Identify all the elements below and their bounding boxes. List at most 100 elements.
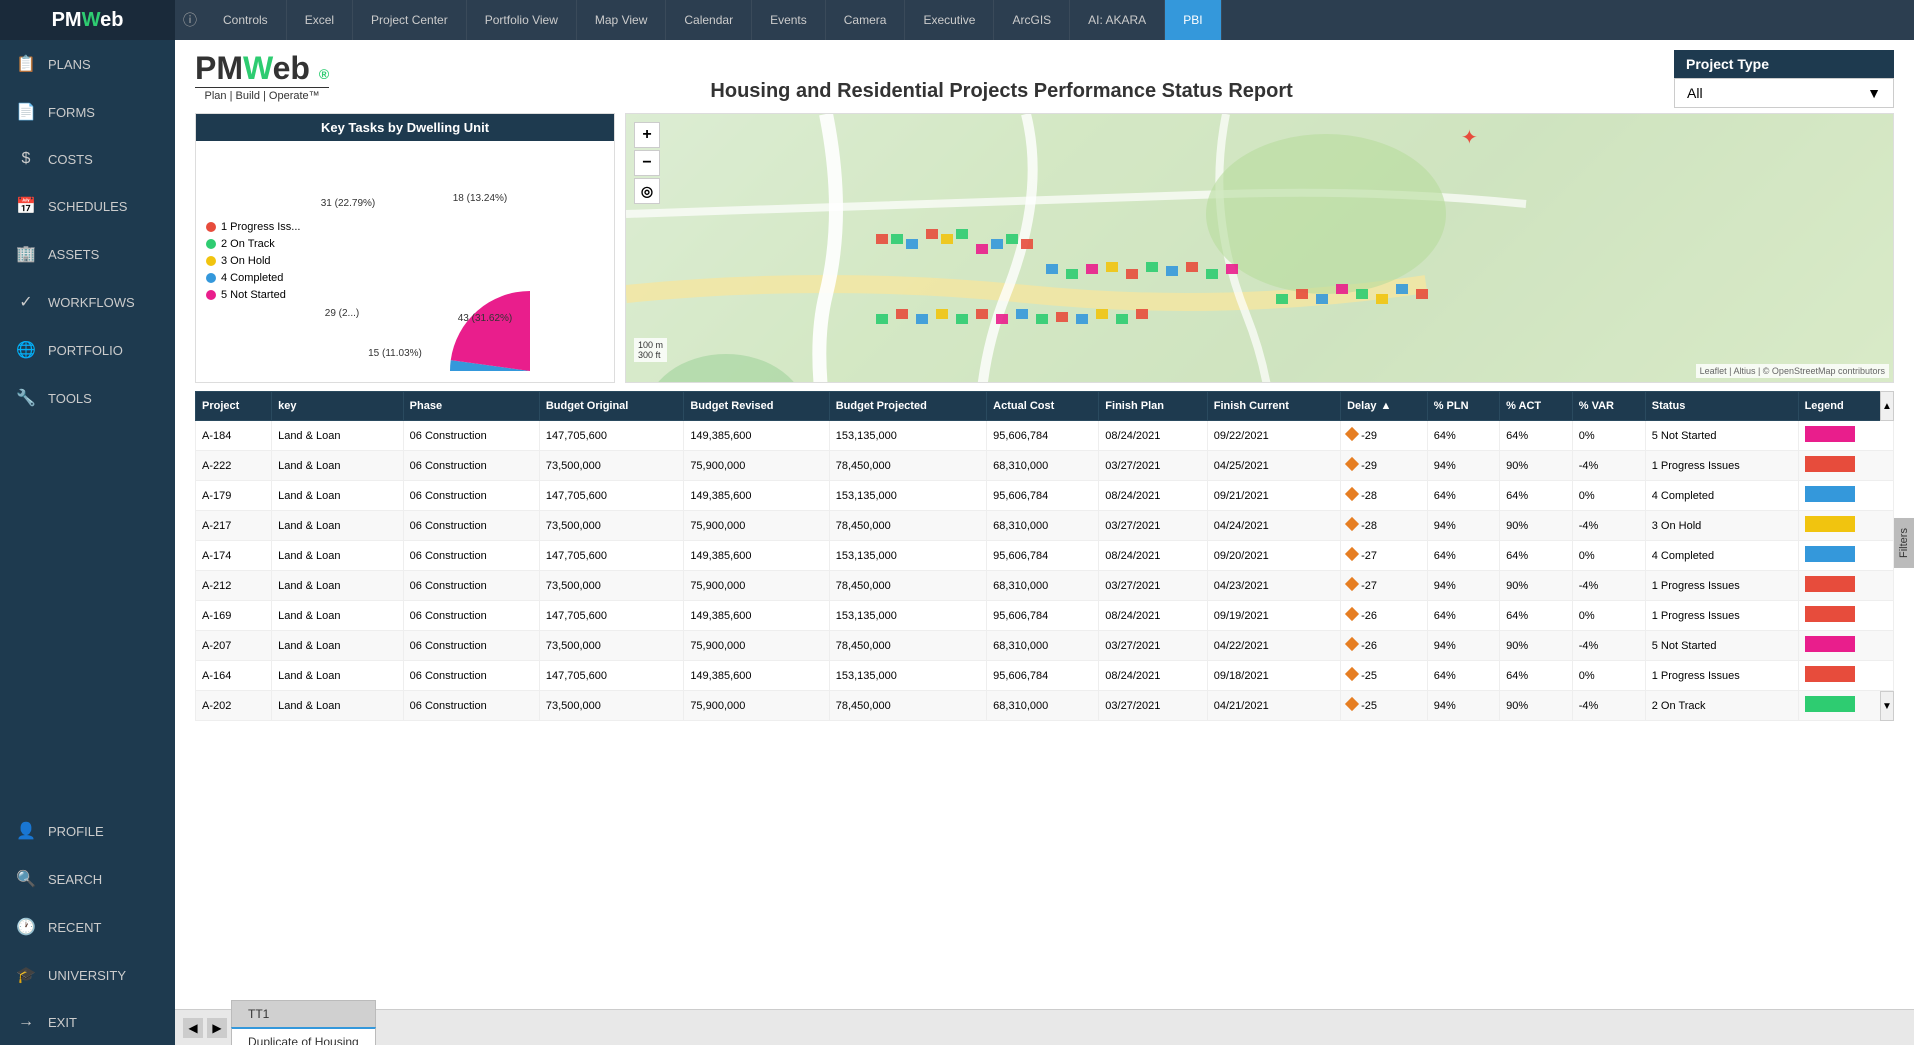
table-cell: 153,135,000 [829, 541, 986, 571]
table-cell [1798, 601, 1893, 631]
table-cell: 09/22/2021 [1207, 421, 1340, 451]
nav-item-executive[interactable]: Executive [905, 0, 994, 40]
table-row[interactable]: A-174Land & Loan06 Construction147,705,6… [196, 541, 1894, 571]
table-scroll-area[interactable]: ProjectkeyPhaseBudget OriginalBudget Rev… [195, 391, 1894, 721]
filters-tab[interactable]: Filters [1894, 518, 1914, 568]
table-cell: 64% [1427, 541, 1499, 571]
table-cell: 04/21/2021 [1207, 691, 1340, 721]
table-row[interactable]: A-179Land & Loan06 Construction147,705,6… [196, 481, 1894, 511]
nav-item-calendar[interactable]: Calendar [666, 0, 752, 40]
table-row[interactable]: A-222Land & Loan06 Construction73,500,00… [196, 451, 1894, 481]
table-cell: -4% [1572, 451, 1645, 481]
sidebar-item-schedules[interactable]: 📅SCHEDULES [0, 182, 175, 230]
sidebar-item-forms[interactable]: 📄FORMS [0, 88, 175, 136]
tab-prev-button[interactable]: ◀ [183, 1018, 203, 1038]
table-cell: 68,310,000 [987, 511, 1099, 541]
tab-next-button[interactable]: ▶ [207, 1018, 227, 1038]
table-cell: 06 Construction [403, 601, 539, 631]
sidebar-item-workflows[interactable]: ✓WORKFLOWS [0, 278, 175, 326]
nav-item-controls[interactable]: Controls [205, 0, 287, 40]
table-cell: 09/20/2021 [1207, 541, 1340, 571]
sidebar-item-university[interactable]: 🎓UNIVERSITY [0, 951, 175, 999]
table-row[interactable]: A-184Land & Loan06 Construction147,705,6… [196, 421, 1894, 451]
col-header-budget-projected: Budget Projected [829, 392, 986, 421]
table-cell: 0% [1572, 421, 1645, 451]
legend-item-2: 2 On Track [206, 238, 300, 250]
table-cell: 90% [1500, 691, 1573, 721]
zoom-in-button[interactable]: + [634, 122, 660, 148]
table-row[interactable]: A-202Land & Loan06 Construction73,500,00… [196, 691, 1894, 721]
sidebar-label-search: SEARCH [48, 872, 102, 887]
table-cell: 4 Completed [1645, 541, 1798, 571]
table-cell: 64% [1427, 601, 1499, 631]
info-icon[interactable]: ⓘ [175, 0, 205, 40]
sidebar-label-assets: ASSETS [48, 247, 99, 262]
table-cell: 73,500,000 [539, 631, 683, 661]
col-header-budget-original: Budget Original [539, 392, 683, 421]
sidebar-item-plans[interactable]: 📋PLANS [0, 40, 175, 88]
table-cell: Land & Loan [272, 541, 404, 571]
table-cell: 94% [1427, 571, 1499, 601]
table-cell: A-174 [196, 541, 272, 571]
col-header-key: key [272, 392, 404, 421]
table-row[interactable]: A-164Land & Loan06 Construction147,705,6… [196, 661, 1894, 691]
table-cell: 03/27/2021 [1099, 631, 1207, 661]
map-location-button[interactable]: ◎ [634, 178, 660, 204]
logo-main-text: PMWeb ® [195, 50, 329, 87]
scroll-down-button[interactable]: ▼ [1880, 691, 1894, 721]
table-cell: 08/24/2021 [1099, 601, 1207, 631]
table-row[interactable]: A-169Land & Loan06 Construction147,705,6… [196, 601, 1894, 631]
nav-item-excel[interactable]: Excel [287, 0, 353, 40]
table-cell: 68,310,000 [987, 451, 1099, 481]
sidebar-item-recent[interactable]: 🕐RECENT [0, 903, 175, 951]
top-navigation: PMWeb ⓘ ControlsExcelProject CenterPortf… [0, 0, 1914, 40]
app-logo: PMWeb [52, 9, 124, 32]
bottom-tab-tt1[interactable]: TT1 [231, 1000, 376, 1027]
table-cell: A-169 [196, 601, 272, 631]
col-header-budget-revised: Budget Revised [684, 392, 829, 421]
tools-icon: 🔧 [16, 388, 36, 408]
filter-select[interactable]: All ▼ [1674, 78, 1894, 108]
nav-item-camera[interactable]: Camera [826, 0, 906, 40]
nav-item-events[interactable]: Events [752, 0, 826, 40]
scroll-up-button[interactable]: ▲ [1880, 391, 1894, 421]
table-cell: 1 Progress Issues [1645, 601, 1798, 631]
nav-item-project-center[interactable]: Project Center [353, 0, 467, 40]
donut-chart-content: 1 Progress Iss...2 On Track3 On Hold4 Co… [196, 141, 614, 386]
main-content: PMWeb ® Plan | Build | Operate™ Housing … [175, 40, 1914, 1045]
table-row[interactable]: A-207Land & Loan06 Construction73,500,00… [196, 631, 1894, 661]
table-cell: 147,705,600 [539, 481, 683, 511]
table-cell: 149,385,600 [684, 421, 829, 451]
nav-item-ai:-akara[interactable]: AI: AKARA [1070, 0, 1165, 40]
table-row[interactable]: A-217Land & Loan06 Construction73,500,00… [196, 511, 1894, 541]
table-cell: -27 [1341, 541, 1428, 571]
sidebar-item-assets[interactable]: 🏢ASSETS [0, 230, 175, 278]
table-cell: 147,705,600 [539, 541, 683, 571]
table-cell: 1 Progress Issues [1645, 451, 1798, 481]
table-cell: -29 [1341, 421, 1428, 451]
zoom-out-button[interactable]: − [634, 150, 660, 176]
sidebar-item-portfolio[interactable]: 🌐PORTFOLIO [0, 326, 175, 374]
sidebar-item-exit[interactable]: →EXIT [0, 999, 175, 1045]
table-cell: 78,450,000 [829, 451, 986, 481]
sidebar-item-tools[interactable]: 🔧TOOLS [0, 374, 175, 422]
table-cell: 1 Progress Issues [1645, 661, 1798, 691]
table-cell: -26 [1341, 631, 1428, 661]
sidebar-item-profile[interactable]: 👤PROFILE [0, 807, 175, 855]
table-row[interactable]: A-159Ready to Move06 Construction147,705… [196, 721, 1894, 722]
sidebar-item-search[interactable]: 🔍 SEARCH [0, 855, 175, 903]
table-cell: 149,385,600 [684, 601, 829, 631]
nav-item-pbi[interactable]: PBI [1165, 0, 1221, 40]
nav-item-map-view[interactable]: Map View [577, 0, 666, 40]
nav-item-portfolio-view[interactable]: Portfolio View [467, 0, 577, 40]
nav-item-arcgis[interactable]: ArcGIS [994, 0, 1070, 40]
table-cell: -4% [1572, 691, 1645, 721]
table-cell: 95,606,784 [987, 721, 1099, 722]
sidebar-item-costs[interactable]: $COSTS [0, 136, 175, 182]
bottom-tab-duplicate-of-housing[interactable]: Duplicate of Housing [231, 1027, 376, 1045]
search-icon: 🔍 [16, 869, 36, 889]
sidebar-label-forms: FORMS [48, 105, 95, 120]
table-cell: 147,705,600 [539, 601, 683, 631]
portfolio-icon: 🌐 [16, 340, 36, 360]
table-row[interactable]: A-212Land & Loan06 Construction73,500,00… [196, 571, 1894, 601]
